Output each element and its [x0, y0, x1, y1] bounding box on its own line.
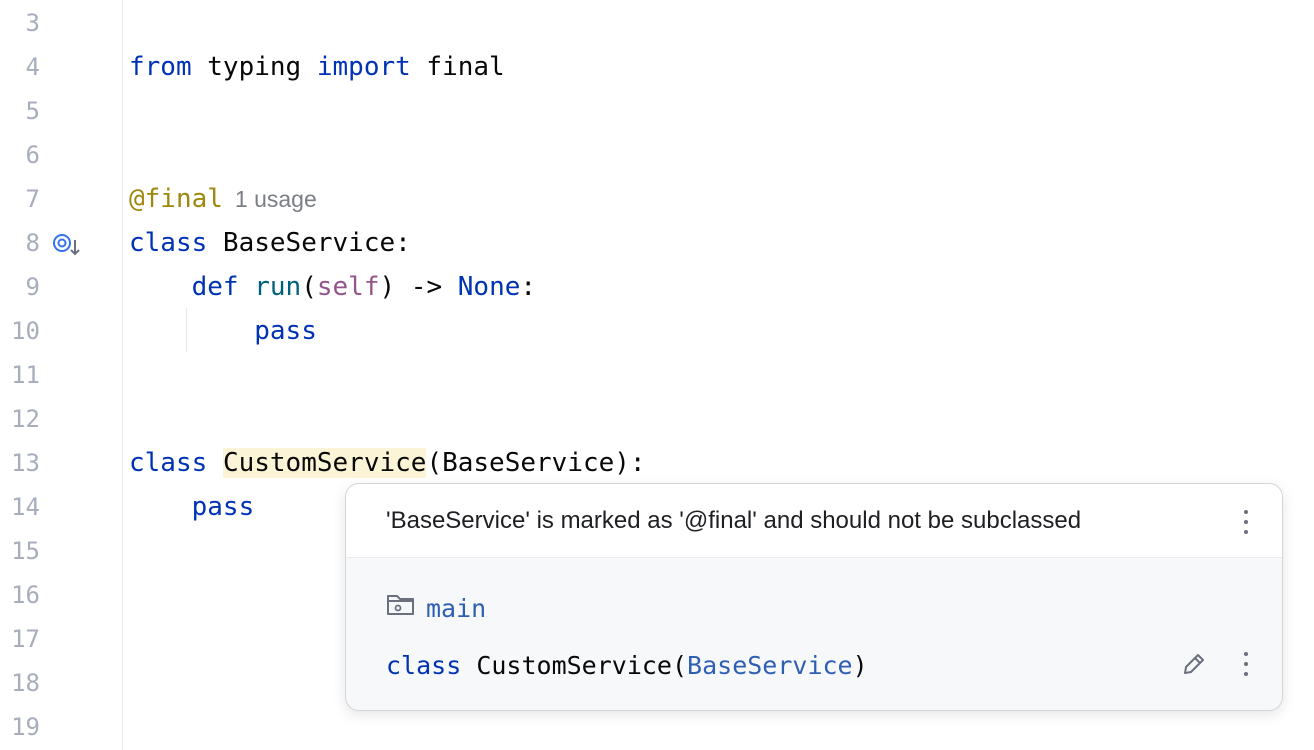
code-token: from: [129, 52, 192, 82]
line-number: 11: [11, 361, 40, 389]
pencil-icon[interactable]: [1180, 650, 1208, 678]
code-token: pass: [254, 316, 317, 346]
line-number: 17: [11, 625, 40, 653]
usages-inlay-hint[interactable]: 1 usage: [235, 186, 317, 212]
inspection-message: 'BaseService' is marked as '@final' and …: [386, 507, 1082, 534]
module-folder-icon: [386, 592, 416, 625]
code-token: pass: [191, 492, 255, 522]
vertical-ellipsis-icon[interactable]: [1234, 506, 1258, 538]
code-token: self: [316, 272, 380, 302]
line-number: 7: [25, 185, 40, 213]
line-number: 15: [11, 537, 40, 565]
code-token: BaseService:: [207, 228, 411, 258]
gutter-divider: [122, 0, 123, 750]
base-class-link[interactable]: BaseService: [687, 651, 853, 680]
vertical-ellipsis-icon[interactable]: [1234, 648, 1258, 680]
preview-close-paren: ): [852, 651, 868, 680]
code-token: def: [191, 272, 239, 302]
code-token: typing: [191, 52, 317, 82]
code-token: (: [301, 272, 317, 302]
line-number: 8: [25, 229, 40, 257]
module-reference: main: [386, 592, 486, 624]
implemented-overrides-down-arrow-icon[interactable]: [52, 231, 84, 257]
code-token: class: [129, 228, 208, 258]
inspection-popup[interactable]: 'BaseService' is marked as '@final' and …: [345, 483, 1283, 711]
code-line[interactable]: def run(self) -> None:: [129, 265, 536, 309]
code-line[interactable]: pass: [129, 309, 317, 353]
line-number: 13: [11, 449, 40, 477]
line-number: 9: [25, 273, 40, 301]
line-number: 12: [11, 405, 40, 433]
preview-class-name: CustomService(: [461, 651, 688, 680]
popup-header: 'BaseService' is marked as '@final' and …: [346, 484, 1282, 558]
code-token: final: [410, 52, 505, 82]
code-editor[interactable]: 3 4 5 6 7 8 9 10 11 12 13 14 15 16 17 18 19 from typing …: [0, 0, 1314, 750]
code-token: (BaseService):: [426, 448, 646, 478]
line-number: 14: [11, 493, 40, 521]
line-number: 18: [11, 669, 40, 697]
code-token: run: [254, 272, 302, 302]
line-number: 6: [25, 141, 40, 169]
code-token: ) ->: [379, 272, 458, 302]
line-number: 5: [25, 97, 40, 125]
line-number: 16: [11, 581, 40, 609]
code-token: import: [316, 52, 411, 82]
code-token: None: [457, 272, 521, 302]
declaration-preview: class CustomService(BaseService): [386, 644, 868, 688]
line-number: 4: [25, 53, 40, 81]
highlighted-identifier: CustomService: [222, 448, 427, 478]
line-number: 3: [25, 9, 40, 37]
line-number: 19: [11, 713, 40, 741]
code-token: class: [129, 448, 208, 478]
code-line[interactable]: class CustomService(BaseService):: [129, 441, 646, 485]
preview-keyword: class: [386, 651, 462, 680]
code-line[interactable]: pass: [129, 485, 255, 529]
code-line[interactable]: from typing import final: [129, 45, 505, 89]
indent-guide: [186, 308, 187, 352]
line-number-gutter: 3 4 5 6 7 8 9 10 11 12 13 14 15 16 17 18 19: [0, 0, 122, 750]
line-number: 10: [11, 317, 40, 345]
code-token: @final: [129, 184, 223, 214]
code-line[interactable]: class BaseService:: [129, 221, 411, 265]
code-token: :: [520, 272, 537, 302]
module-name-link[interactable]: main: [426, 594, 486, 623]
code-line[interactable]: @final 1 usage: [129, 177, 317, 221]
